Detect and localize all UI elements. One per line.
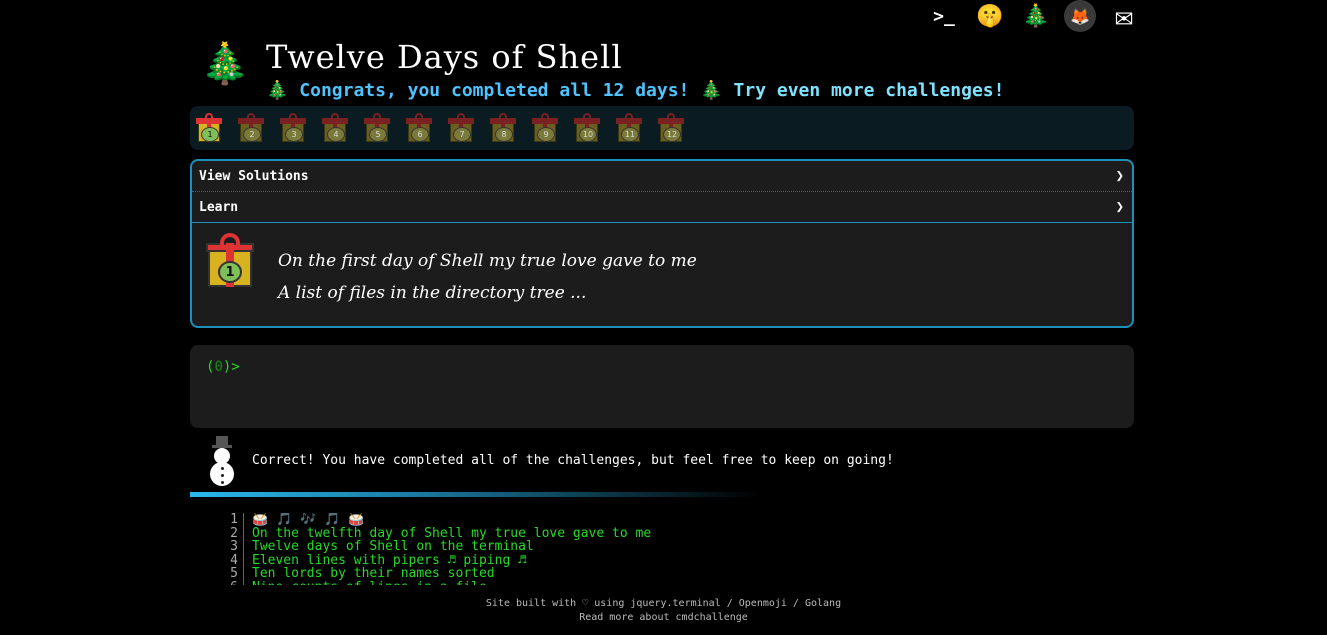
days-bar: 1 2 3 4 5 6 7 8 9 10 11 12 <box>190 106 1134 150</box>
view-solutions-toggle[interactable]: View Solutions ❯ <box>192 161 1132 192</box>
learn-toggle[interactable]: Learn ❯ <box>192 192 1132 223</box>
day-number: 12 <box>663 127 681 142</box>
view-solutions-label: View Solutions <box>199 168 309 184</box>
footer-read-more-link[interactable]: Read more about cmdchallenge <box>0 611 1327 625</box>
day-number: 11 <box>621 127 639 142</box>
prompt-close: )> <box>222 359 240 375</box>
output-line: 1 🥁 🎵 🎶 🎵 🥁 <box>220 513 651 527</box>
day-number: 9 <box>537 127 555 142</box>
line-number: 1 <box>220 513 244 527</box>
shush-face-icon[interactable]: 🤫 <box>972 1 1008 31</box>
day-number: 1 <box>201 127 219 142</box>
day-number: 10 <box>579 127 597 142</box>
more-challenges-link[interactable]: even more challenges! <box>777 80 1005 101</box>
learn-label: Learn <box>199 199 239 215</box>
day-gift-1[interactable]: 1 <box>196 113 222 143</box>
gitlab-icon[interactable]: 🦊 <box>1064 0 1096 32</box>
gift-icon: 1 <box>206 233 254 289</box>
day-gift-10[interactable]: 10 <box>574 113 600 143</box>
line-text: 🥁 🎵 🎶 🎵 🥁 <box>252 513 365 527</box>
line-text: Eleven lines with pipers ♬ piping ♬ <box>252 552 526 568</box>
top-icon-bar: >_ 🤫 🎄 🦊 ✉ <box>926 0 1142 34</box>
mail-icon[interactable]: ✉ <box>1106 0 1142 34</box>
line-number: 4 <box>220 554 244 568</box>
day-number: 5 <box>369 127 387 142</box>
line-number: 2 <box>220 526 244 541</box>
result-message: Correct! You have completed all of the c… <box>252 453 894 468</box>
day-gift-12[interactable]: 12 <box>658 113 684 143</box>
output-line: 2 On the twelfth day of Shell my true lov… <box>220 525 652 541</box>
christmas-tree-icon: 🎄 <box>700 80 723 101</box>
day-gift-8[interactable]: 8 <box>490 113 516 143</box>
congrats-text: Congrats, you completed all 12 days! <box>299 80 690 101</box>
gitlab-fox-glyph: 🦊 <box>1070 6 1090 26</box>
try-text: Try <box>733 80 767 101</box>
poem-line: On the first day of Shell my true love g… <box>278 251 697 271</box>
christmas-tree-icon: 🎄 <box>266 80 289 101</box>
line-text: Nine counts of lines in a file <box>252 581 487 585</box>
day-gift-9[interactable]: 9 <box>532 113 558 143</box>
page-title: Twelve Days of Shell <box>266 38 623 76</box>
terminal[interactable]: (0)> <box>190 345 1134 428</box>
day-gift-7[interactable]: 7 <box>448 113 474 143</box>
day-number: 8 <box>495 127 513 142</box>
poem: On the first day of Shell my true love g… <box>278 245 697 309</box>
terminal-icon[interactable]: >_ <box>926 1 962 31</box>
day-number: 6 <box>411 127 429 142</box>
output-line: 3 Twelve days of Shell on the terminal <box>220 540 651 554</box>
footer-credits[interactable]: Site built with ♡ using jquery.terminal … <box>0 597 1327 611</box>
chevron-right-icon: ❯ <box>1115 168 1124 184</box>
gift-day-number: 1 <box>218 261 242 283</box>
header: 🎄 Twelve Days of Shell 🎄 Congrats, you c… <box>200 38 1140 106</box>
line-text: Ten lords by their names sorted <box>252 566 495 582</box>
divider-glow <box>190 492 760 497</box>
line-number: 3 <box>220 540 244 554</box>
challenge-panel: View Solutions ❯ Learn ❯ 1 On the first … <box>190 159 1134 328</box>
day-gift-6[interactable]: 6 <box>406 113 432 143</box>
day-number: 3 <box>285 127 303 142</box>
line-number: 5 <box>220 567 244 581</box>
day-gift-11[interactable]: 11 <box>616 113 642 143</box>
christmas-tree-icon: 🎄 <box>200 41 250 87</box>
footer: Site built with ♡ using jquery.terminal … <box>0 597 1327 625</box>
output-line: 4 Eleven lines with pipers ♬ piping ♬ <box>220 554 651 568</box>
day-gift-4[interactable]: 4 <box>322 113 348 143</box>
day-gift-5[interactable]: 5 <box>364 113 390 143</box>
chevron-right-icon: ❯ <box>1115 199 1124 215</box>
prompt-exit-code: 0 <box>214 359 223 375</box>
terminal-prompt: (0)> <box>206 359 240 375</box>
day-gift-2[interactable]: 2 <box>238 113 264 143</box>
output-listing: 1 🥁 🎵 🎶 🎵 🥁 2 On the twelfth day of Shell m… <box>220 513 651 585</box>
day-gift-3[interactable]: 3 <box>280 113 306 143</box>
day-number: 4 <box>327 127 345 142</box>
line-text: Twelve days of Shell on the terminal <box>252 539 534 555</box>
output-line: 6 Nine counts of lines in a file <box>220 581 651 585</box>
line-number: 6 <box>220 581 244 585</box>
output-line: 5 Ten lords by their names sorted <box>220 567 651 581</box>
congrats-line: 🎄 Congrats, you completed all 12 days! 🎄… <box>266 80 1004 101</box>
poem-line: A list of files in the directory tree ..… <box>278 283 587 303</box>
day-number: 7 <box>453 127 471 142</box>
line-text: On the twelfth day of Shell my true love… <box>252 525 652 541</box>
christmas-tree-icon[interactable]: 🎄 <box>1018 1 1054 31</box>
day-number: 2 <box>243 127 261 142</box>
snowman-icon <box>206 434 238 488</box>
